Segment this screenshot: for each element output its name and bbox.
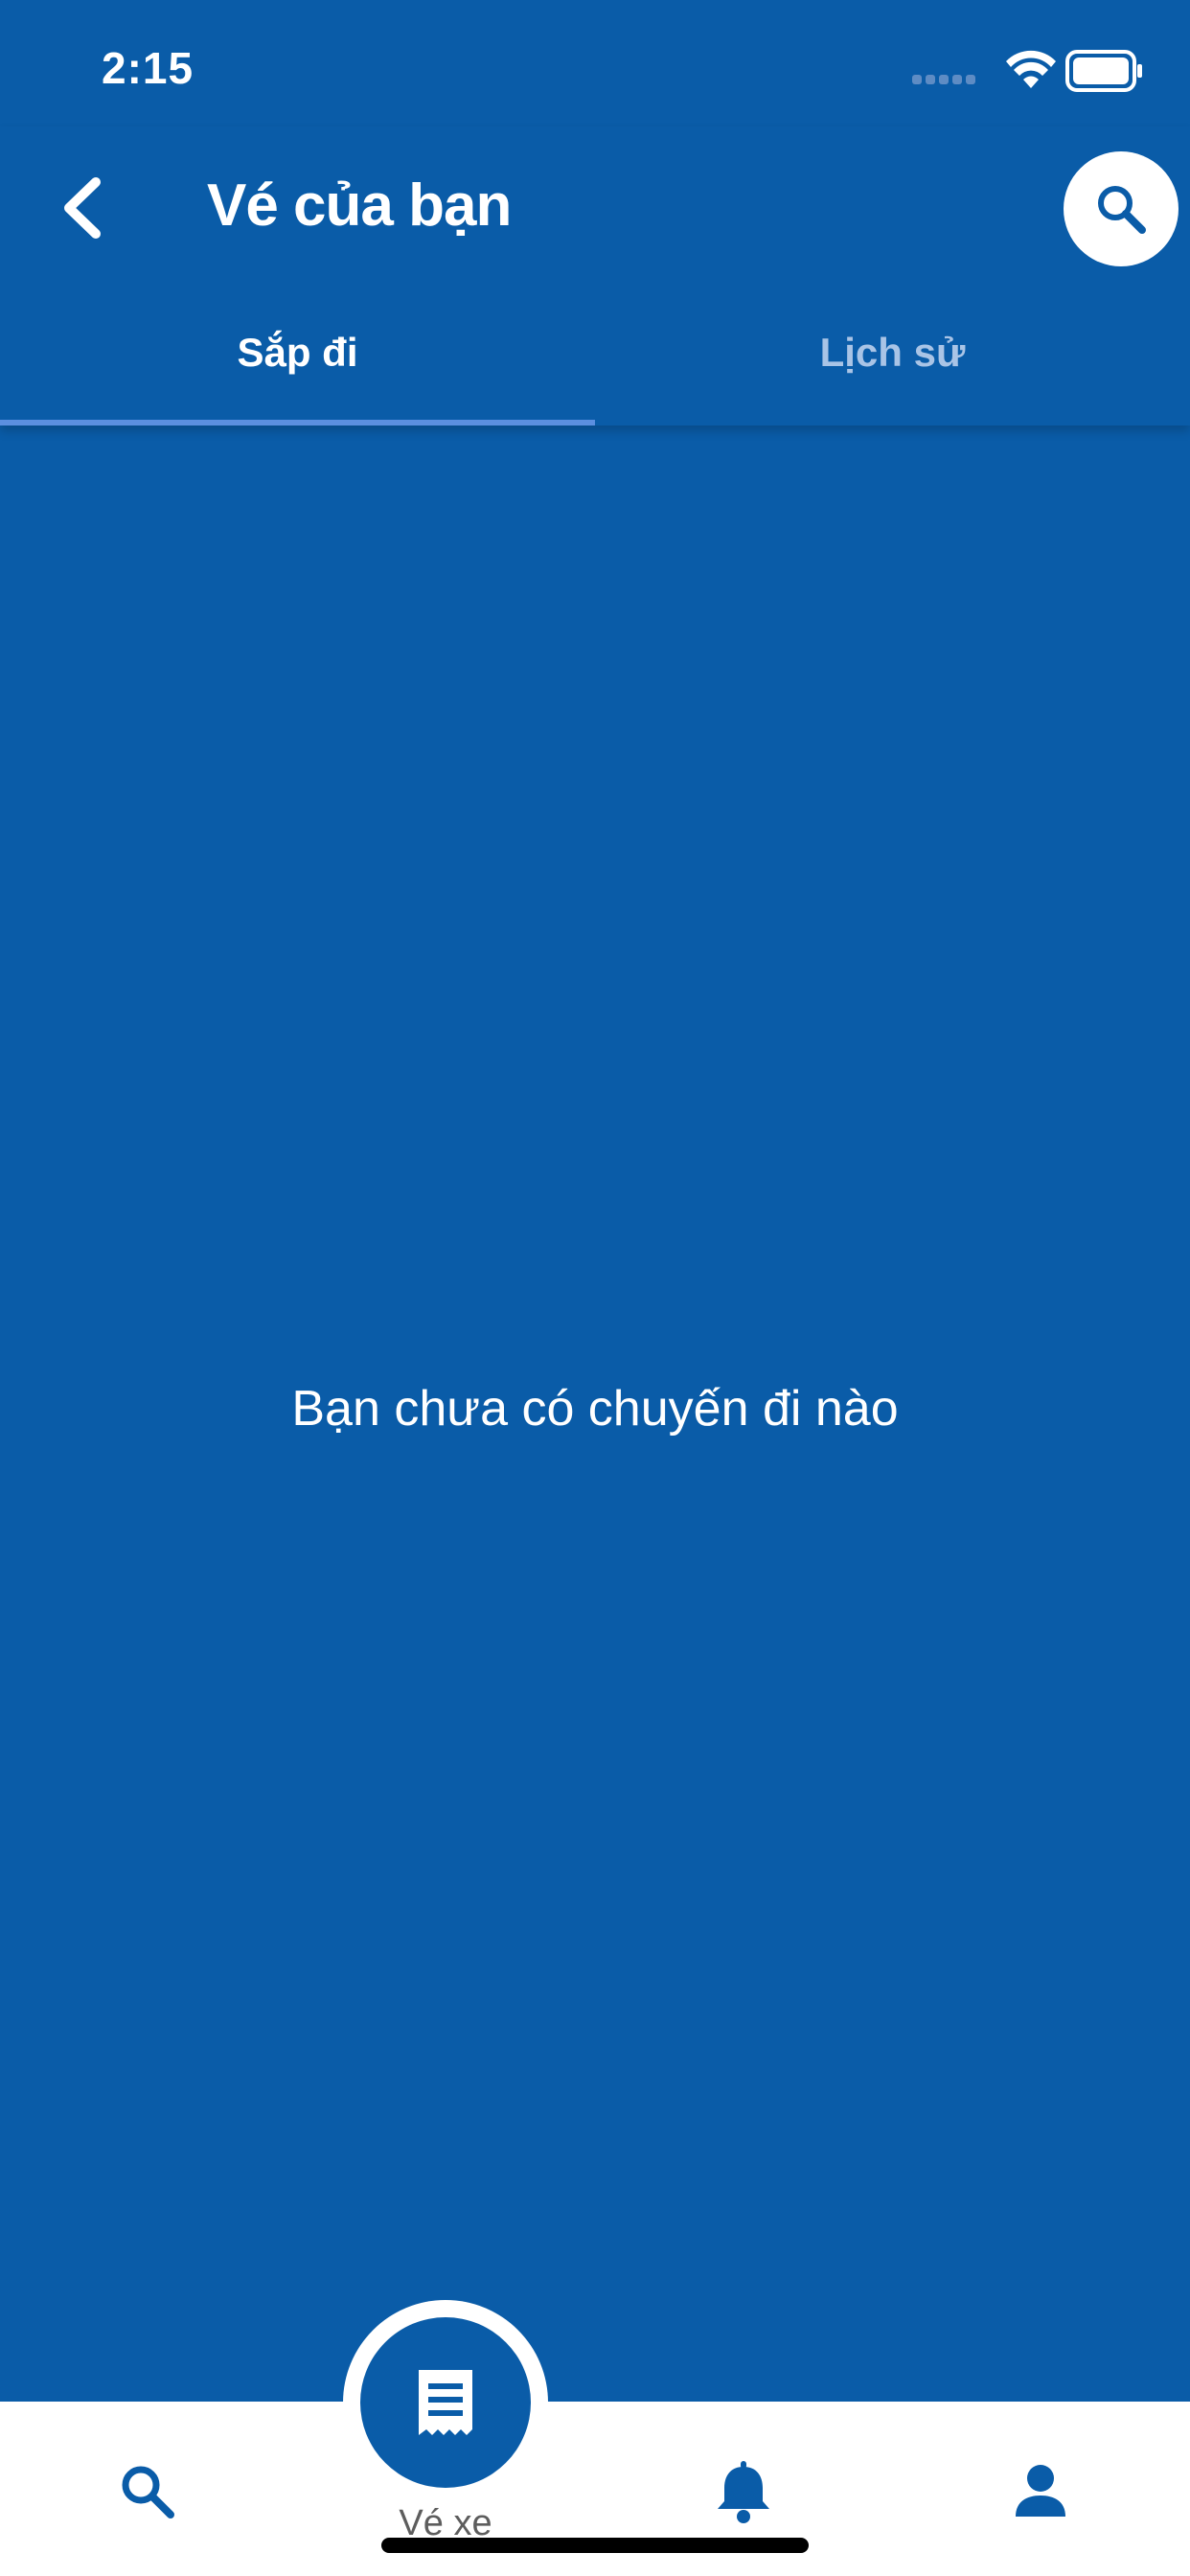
app-header: Vé của bạn Sắp đi Lịch sử — [0, 126, 1190, 426]
status-icons — [912, 44, 1142, 98]
tab-history[interactable]: Lịch sử — [595, 299, 1190, 426]
nav-notifications-button[interactable] — [705, 2453, 782, 2530]
tab-history-label: Lịch sử — [819, 330, 966, 375]
tab-active-indicator — [0, 420, 595, 426]
tab-upcoming[interactable]: Sắp đi — [0, 299, 595, 426]
search-button[interactable] — [1064, 151, 1179, 266]
page-title: Vé của bạn — [207, 172, 512, 239]
chevron-left-icon — [64, 177, 101, 239]
tab-upcoming-label: Sắp đi — [237, 330, 358, 375]
bell-icon — [718, 2461, 769, 2523]
home-indicator — [381, 2538, 809, 2553]
nav-tickets-button[interactable] — [360, 2317, 531, 2488]
signal-icon — [912, 75, 975, 84]
tab-bar: Sắp đi Lịch sử — [0, 299, 1190, 426]
empty-state-message: Bạn chưa có chuyến đi nào — [291, 1381, 899, 1437]
nav-search-button[interactable] — [109, 2453, 186, 2530]
ticket-icon — [419, 2370, 472, 2435]
search-icon — [1098, 186, 1146, 234]
status-bar: 2:15 — [0, 0, 1190, 126]
person-icon — [1016, 2465, 1065, 2517]
back-button[interactable] — [48, 165, 115, 251]
search-icon — [122, 2466, 174, 2518]
battery-icon — [1065, 50, 1142, 92]
status-time: 2:15 — [102, 43, 195, 93]
status-icons-svg — [912, 50, 1142, 92]
nav-profile-button[interactable] — [1002, 2453, 1079, 2530]
wifi-icon — [1006, 50, 1056, 88]
